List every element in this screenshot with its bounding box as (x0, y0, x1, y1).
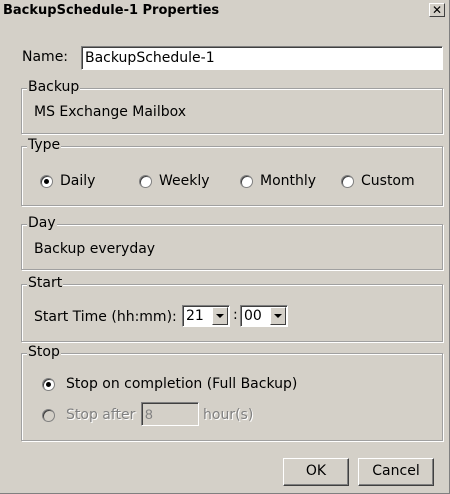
stop-legend: Stop (27, 344, 61, 360)
minute-value: 00 (244, 308, 262, 324)
name-label: Name: (22, 49, 69, 65)
time-separator: : (233, 307, 238, 323)
start-group: Start Start Time (hh:mm): 21 : 00 (21, 275, 443, 342)
close-icon[interactable]: ✕ (429, 3, 445, 17)
day-group: Day Backup everyday (21, 215, 443, 270)
radio-custom[interactable] (341, 175, 354, 188)
properties-dialog: BackupSchedule-1 Properties ✕ Name: Back… (0, 0, 450, 494)
radio-weekly-label[interactable]: Weekly (159, 173, 210, 189)
hour-value: 21 (186, 308, 204, 324)
window-title: BackupSchedule-1 Properties (3, 3, 220, 18)
radio-monthly-label[interactable]: Monthly (260, 173, 316, 189)
radio-weekly[interactable] (139, 175, 152, 188)
backup-legend: Backup (27, 79, 81, 95)
type-group: Type Daily Weekly Monthly Custom (21, 137, 443, 206)
radio-daily-label[interactable]: Daily (60, 173, 95, 189)
radio-stop-on-completion-label[interactable]: Stop on completion (Full Backup) (66, 376, 297, 392)
hours-unit-label: hour(s) (203, 407, 254, 423)
type-legend: Type (27, 137, 62, 153)
minute-select[interactable]: 00 (240, 305, 288, 327)
chevron-down-icon[interactable] (212, 307, 228, 325)
chevron-down-icon[interactable] (270, 307, 286, 325)
radio-stop-after[interactable] (42, 409, 55, 422)
day-legend: Day (27, 215, 57, 231)
day-value: Backup everyday (34, 241, 156, 257)
radio-monthly[interactable] (240, 175, 253, 188)
radio-stop-after-label[interactable]: Stop after (66, 407, 135, 423)
backup-type-value: MS Exchange Mailbox (34, 104, 187, 120)
stop-after-hours-input[interactable] (141, 402, 199, 426)
name-input[interactable] (81, 46, 443, 70)
hour-select[interactable]: 21 (182, 305, 230, 327)
backup-group: Backup MS Exchange Mailbox (21, 79, 443, 134)
start-time-label: Start Time (hh:mm): (34, 309, 177, 325)
cancel-button[interactable]: Cancel (358, 458, 434, 486)
stop-group: Stop Stop on completion (Full Backup) St… (21, 344, 443, 441)
start-legend: Start (27, 275, 64, 291)
title-bar[interactable]: BackupSchedule-1 Properties ✕ (0, 0, 449, 22)
radio-daily[interactable] (40, 175, 53, 188)
radio-stop-on-completion[interactable] (42, 378, 55, 391)
ok-button[interactable]: OK (283, 458, 349, 486)
radio-custom-label[interactable]: Custom (361, 173, 415, 189)
